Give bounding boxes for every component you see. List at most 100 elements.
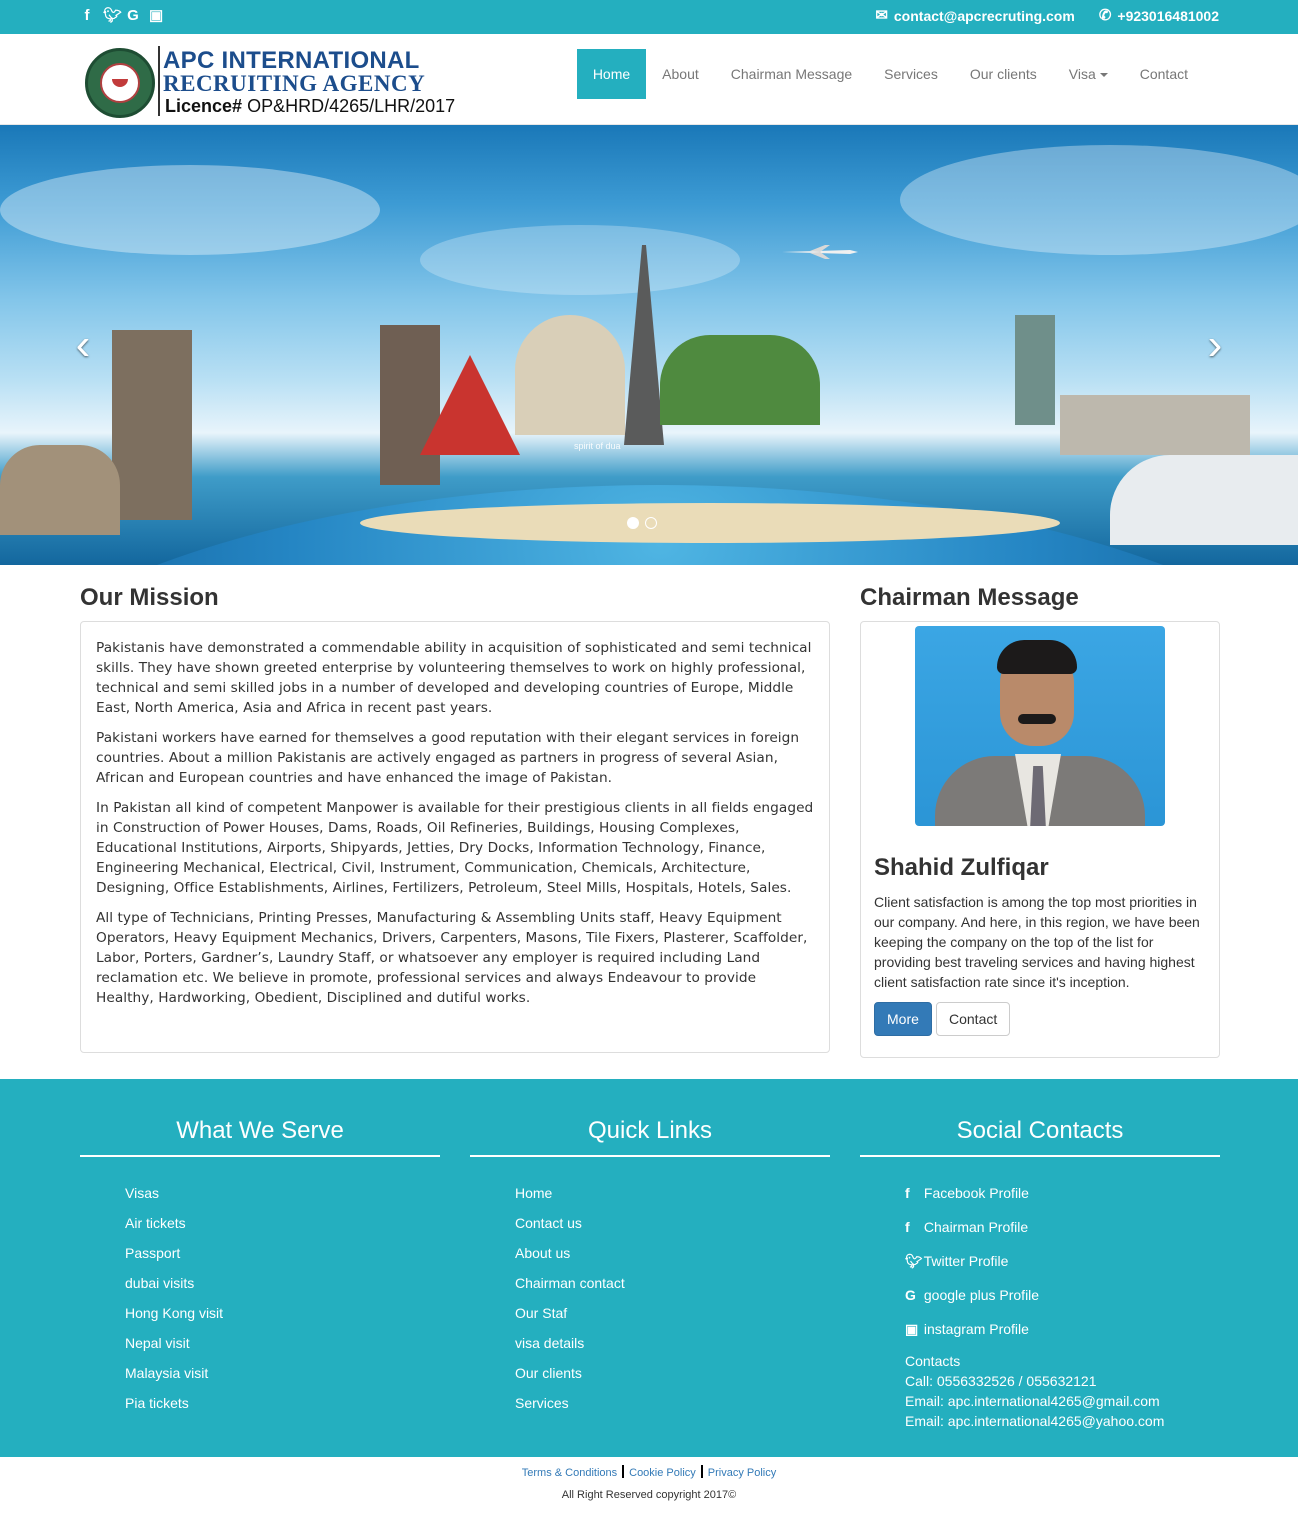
nav-our-clients[interactable]: Our clients	[954, 49, 1053, 99]
contacts-email-gmail[interactable]: Email: apc.international4265@gmail.com	[905, 1391, 1220, 1411]
contacts-label: Contacts	[905, 1353, 961, 1369]
quick-link[interactable]: Our clients	[515, 1363, 830, 1383]
serve-link[interactable]: Pia tickets	[125, 1393, 440, 1413]
pagoda-image	[380, 325, 440, 485]
footer-quick-title: Quick Links	[587, 1117, 713, 1144]
hero-carousel: spirit of dua ‹ ›	[0, 125, 1314, 565]
quick-link[interactable]: Chairman contact	[515, 1273, 830, 1293]
logo-seal-icon	[85, 48, 155, 118]
phone-icon: ✆	[1098, 7, 1112, 24]
google-plus-profile-link[interactable]: G google plus Profile	[905, 1285, 1220, 1305]
google-plus-icon: G	[905, 1287, 916, 1303]
statue-of-liberty-image	[1015, 315, 1055, 425]
top-phone-text[interactable]: +923016481002	[1117, 7, 1219, 25]
contacts-call[interactable]: Call: 0556332526 / 055632121	[905, 1371, 1220, 1391]
mission-paragraph: Pakistani workers have earned for themse…	[96, 730, 800, 786]
top-bar: f 🐦︎ G ▣ ✉ contact@apcrecruting.com ✆ +9…	[0, 0, 1298, 34]
carousel-prev-icon[interactable]: ‹	[68, 323, 98, 367]
top-contact: ✉ contact@apcrecruting.com ✆ +9230164810…	[875, 7, 1219, 25]
serve-list: Visas Air tickets Passport dubai visits …	[80, 1183, 440, 1413]
cookie-policy-link[interactable]: Cookie Policy	[629, 1467, 696, 1479]
carousel-next-icon[interactable]: ›	[1200, 323, 1230, 367]
monument-image	[1060, 395, 1250, 455]
instagram-profile-link[interactable]: ▣ instagram Profile	[905, 1319, 1220, 1339]
privacy-policy-link[interactable]: Privacy Policy	[708, 1467, 776, 1479]
twitter-icon: 🐦︎	[905, 1253, 923, 1269]
footer-what-we-serve: What We Serve Visas Air tickets Passport…	[80, 1079, 440, 1423]
facebook-icon[interactable]: f	[80, 7, 94, 25]
carousel-indicator[interactable]	[645, 517, 657, 529]
footer-social-contacts: Social Contacts f Facebook Profile f Cha…	[860, 1079, 1220, 1431]
twitter-profile-link[interactable]: 🐦︎ Twitter Profile	[905, 1251, 1220, 1271]
serve-link[interactable]: Malaysia visit	[125, 1363, 440, 1383]
quick-link[interactable]: Services	[515, 1393, 830, 1413]
envelope-icon: ✉	[875, 7, 888, 24]
top-phone[interactable]: ✆ +923016481002	[1099, 7, 1219, 25]
contacts-email-yahoo[interactable]: Email: apc.international4265@yahoo.com	[905, 1411, 1220, 1431]
main-nav: Home About Chairman Message Services Our…	[576, 49, 1204, 99]
airplane-icon	[782, 245, 858, 259]
quick-link[interactable]: About us	[515, 1243, 830, 1263]
quick-link[interactable]: Our Staf	[515, 1303, 830, 1323]
brand-logo[interactable]: APC INTERNATIONAL RECRUITING AGENCY Lice…	[85, 46, 455, 118]
brand-licence: Licence# OP&HRD/4265/LHR/2017	[165, 96, 456, 116]
quick-links-list: Home Contact us About us Chairman contac…	[470, 1183, 830, 1413]
nav-visa-label: Visa	[1068, 66, 1096, 82]
twitter-icon[interactable]: 🐦︎	[103, 7, 122, 25]
quick-link[interactable]: Contact us	[515, 1213, 830, 1233]
social-profile-list: f Facebook Profile f Chairman Profile 🐦︎…	[860, 1183, 1220, 1339]
serve-link[interactable]: Passport	[125, 1243, 440, 1263]
chairman-message-text: Client satisfaction is among the top mos…	[874, 894, 1200, 990]
train-image	[1110, 455, 1310, 545]
nav-services[interactable]: Services	[868, 49, 954, 99]
facebook-icon: f	[905, 1185, 910, 1201]
top-email[interactable]: ✉ contact@apcrecruting.com	[875, 7, 1075, 25]
policy-links: Terms & Conditions Cookie Policy Privacy P…	[0, 1465, 1298, 1480]
big-ben-image	[112, 330, 192, 520]
serve-link[interactable]: Air tickets	[125, 1213, 440, 1233]
header: APC INTERNATIONAL RECRUITING AGENCY Lice…	[0, 34, 1298, 125]
carousel-indicator-active[interactable]	[627, 517, 639, 529]
nav-home[interactable]: Home	[576, 49, 647, 99]
chairman-title: Chairman Message	[860, 584, 1079, 611]
nav-visa-dropdown[interactable]: Visa	[1053, 49, 1124, 99]
chairman-photo	[915, 626, 1165, 826]
nav-about[interactable]: About	[646, 49, 715, 99]
serve-link[interactable]: Visas	[125, 1183, 440, 1203]
instagram-icon[interactable]: ▣	[149, 7, 163, 25]
nav-chairman-message[interactable]: Chairman Message	[715, 49, 868, 99]
chairman-panel: Shahid Zulfiqar Client satisfaction is a…	[860, 621, 1220, 1058]
top-social-icons: f 🐦︎ G ▣	[80, 7, 164, 25]
terms-link[interactable]: Terms & Conditions	[522, 1467, 617, 1479]
footer: What We Serve Visas Air tickets Passport…	[0, 1079, 1298, 1457]
top-email-text[interactable]: contact@apcrecruting.com	[894, 7, 1075, 25]
nav-contact[interactable]: Contact	[1124, 49, 1204, 99]
caret-down-icon	[1099, 73, 1108, 78]
chairman-profile-link[interactable]: f Chairman Profile	[905, 1217, 1220, 1237]
bottom-bar: Terms & Conditions Cookie Policy Privacy P…	[0, 1457, 1298, 1518]
chairman-name: Shahid Zulfiqar	[874, 854, 1049, 881]
footer-contacts: Contacts Call: 0556332526 / 055632121 Em…	[860, 1351, 1220, 1431]
serve-link[interactable]: Hong Kong visit	[125, 1303, 440, 1323]
facebook-icon: f	[905, 1219, 910, 1235]
mission-title: Our Mission	[80, 584, 219, 611]
hero-caption: spirit of dua	[574, 441, 621, 451]
serve-link[interactable]: dubai visits	[125, 1273, 440, 1293]
google-plus-icon[interactable]: G	[126, 7, 140, 25]
contact-button[interactable]: Contact	[936, 1002, 1011, 1036]
serve-link[interactable]: Nepal visit	[125, 1333, 440, 1353]
mission-paragraph: In Pakistan all kind of competent Manpow…	[96, 800, 814, 896]
taj-mahal-image	[515, 315, 625, 435]
colosseum-image	[0, 445, 120, 535]
more-button[interactable]: More	[874, 1002, 932, 1036]
facebook-profile-link[interactable]: f Facebook Profile	[905, 1183, 1220, 1203]
footer-quick-links: Quick Links Home Contact us About us Cha…	[470, 1079, 830, 1423]
quick-link[interactable]: Home	[515, 1183, 830, 1203]
mission-paragraph: All type of Technicians, Printing Presse…	[96, 910, 808, 1006]
quick-link[interactable]: visa details	[515, 1333, 830, 1353]
palm-trees-image	[660, 335, 820, 425]
mission-panel: Pakistanis have demonstrated a commendab…	[80, 621, 830, 1053]
scrollbar-gutter	[1298, 0, 1314, 1518]
brand-line2: RECRUITING AGENCY	[163, 71, 426, 96]
copyright: All Right Reserved copyright 2017©	[561, 1489, 737, 1501]
